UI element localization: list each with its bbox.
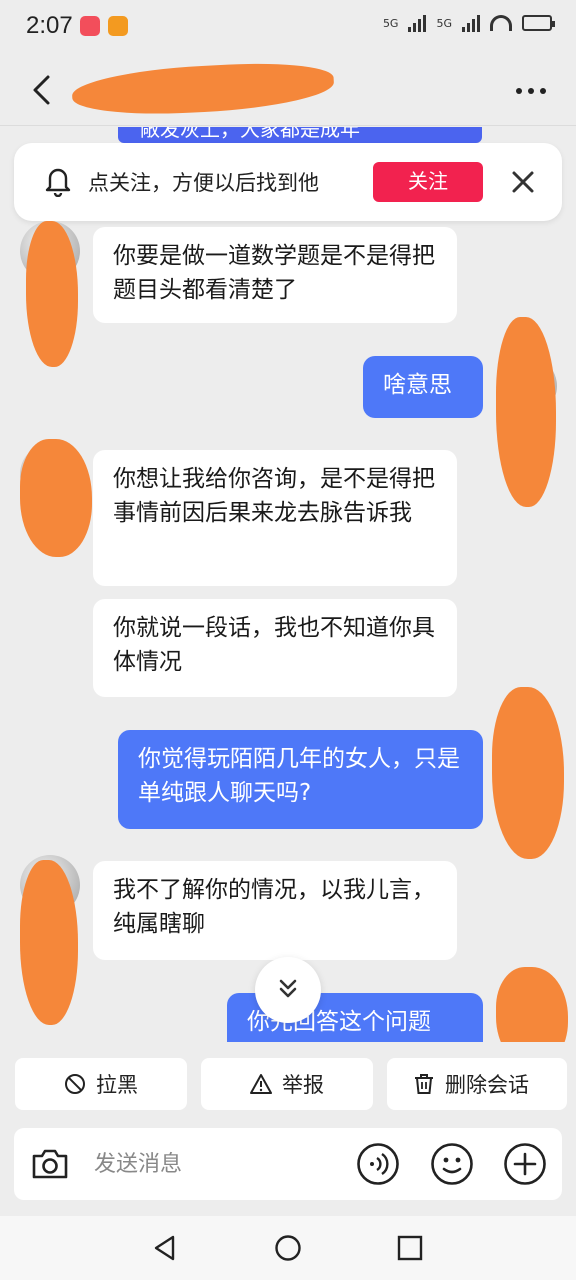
redaction-scribble xyxy=(20,439,92,557)
delete-chat-label: 删除会话 xyxy=(445,1074,529,1097)
more-dots-icon[interactable] xyxy=(516,88,546,94)
message-bubble-incoming[interactable]: 你要是做一道数学题是不是得把题目头都看清楚了 xyxy=(93,227,457,323)
chat-message-list[interactable]: 敞发灰上，大家都是成年 点关注，方便以后找到他 关注 你要是做一道数学题是不是得… xyxy=(0,127,576,1042)
chat-header xyxy=(0,54,576,126)
double-chevron-down-icon xyxy=(279,979,297,998)
message-bubble-incoming[interactable]: 我不了解你的情况，以我儿言，纯属瞎聊 xyxy=(93,861,457,960)
status-indicators: 5G 5G xyxy=(382,14,555,32)
emoji-icon[interactable] xyxy=(430,1142,474,1186)
camera-icon[interactable] xyxy=(30,1144,70,1184)
voice-icon[interactable] xyxy=(356,1142,400,1186)
message-bubble-outgoing[interactable]: 啥意思 xyxy=(363,356,483,418)
follow-banner-text: 点关注，方便以后找到他 xyxy=(88,171,319,195)
nav-back-icon[interactable] xyxy=(151,1234,179,1262)
message-input-bar xyxy=(14,1128,562,1200)
redaction-scribble xyxy=(26,221,78,367)
status-bar: 2:07 5G 5G xyxy=(0,0,576,54)
block-icon xyxy=(65,1074,85,1094)
scroll-to-bottom-button[interactable] xyxy=(255,957,321,1023)
follow-button[interactable]: 关注 xyxy=(373,162,483,202)
signal-icon xyxy=(462,14,480,32)
battery-icon xyxy=(522,15,555,31)
close-icon[interactable] xyxy=(510,169,536,195)
signal-icon xyxy=(408,14,427,32)
block-button[interactable]: 拉黑 xyxy=(15,1058,187,1110)
redaction-scribble xyxy=(496,967,568,1042)
warning-icon xyxy=(250,1074,272,1094)
delete-chat-button[interactable]: 删除会话 xyxy=(387,1058,567,1110)
network-type: 5G xyxy=(436,16,452,30)
plus-icon[interactable] xyxy=(503,1142,547,1186)
report-label: 举报 xyxy=(282,1074,324,1097)
report-button[interactable]: 举报 xyxy=(201,1058,373,1110)
chat-action-row: 拉黑 举报 删除会话 xyxy=(0,1042,576,1128)
message-bubble-incoming[interactable]: 你想让我给你咨询，是不是得把事情前因后果来龙去脉告诉我 xyxy=(93,450,457,586)
chevron-left-icon[interactable] xyxy=(28,74,56,106)
message-input[interactable] xyxy=(94,1146,334,1182)
message-bubble-incoming[interactable]: 你就说一段话，我也不知道你具体情况 xyxy=(93,599,457,697)
trash-icon xyxy=(415,1074,433,1094)
app-notification-icon xyxy=(80,16,100,36)
redaction-scribble xyxy=(492,687,564,859)
system-nav-bar xyxy=(0,1216,576,1280)
nav-home-icon[interactable] xyxy=(274,1234,302,1262)
block-label: 拉黑 xyxy=(96,1074,138,1097)
bell-icon xyxy=(45,168,71,197)
network-type: 5G xyxy=(382,16,399,30)
redacted-contact-name xyxy=(70,59,336,119)
app-notification-icon xyxy=(108,16,128,36)
redaction-scribble xyxy=(20,860,78,1025)
redaction-scribble xyxy=(496,317,556,507)
nav-recents-icon[interactable] xyxy=(396,1234,424,1262)
message-bubble-outgoing[interactable]: 你觉得玩陌陌几年的女人，只是单纯跟人聊天吗? xyxy=(118,730,483,829)
wifi-icon xyxy=(490,15,512,31)
follow-banner: 点关注，方便以后找到他 关注 xyxy=(14,143,562,221)
previous-message-bubble: 敞发灰上，大家都是成年 xyxy=(118,127,482,143)
status-time: 2:07 xyxy=(26,12,73,39)
